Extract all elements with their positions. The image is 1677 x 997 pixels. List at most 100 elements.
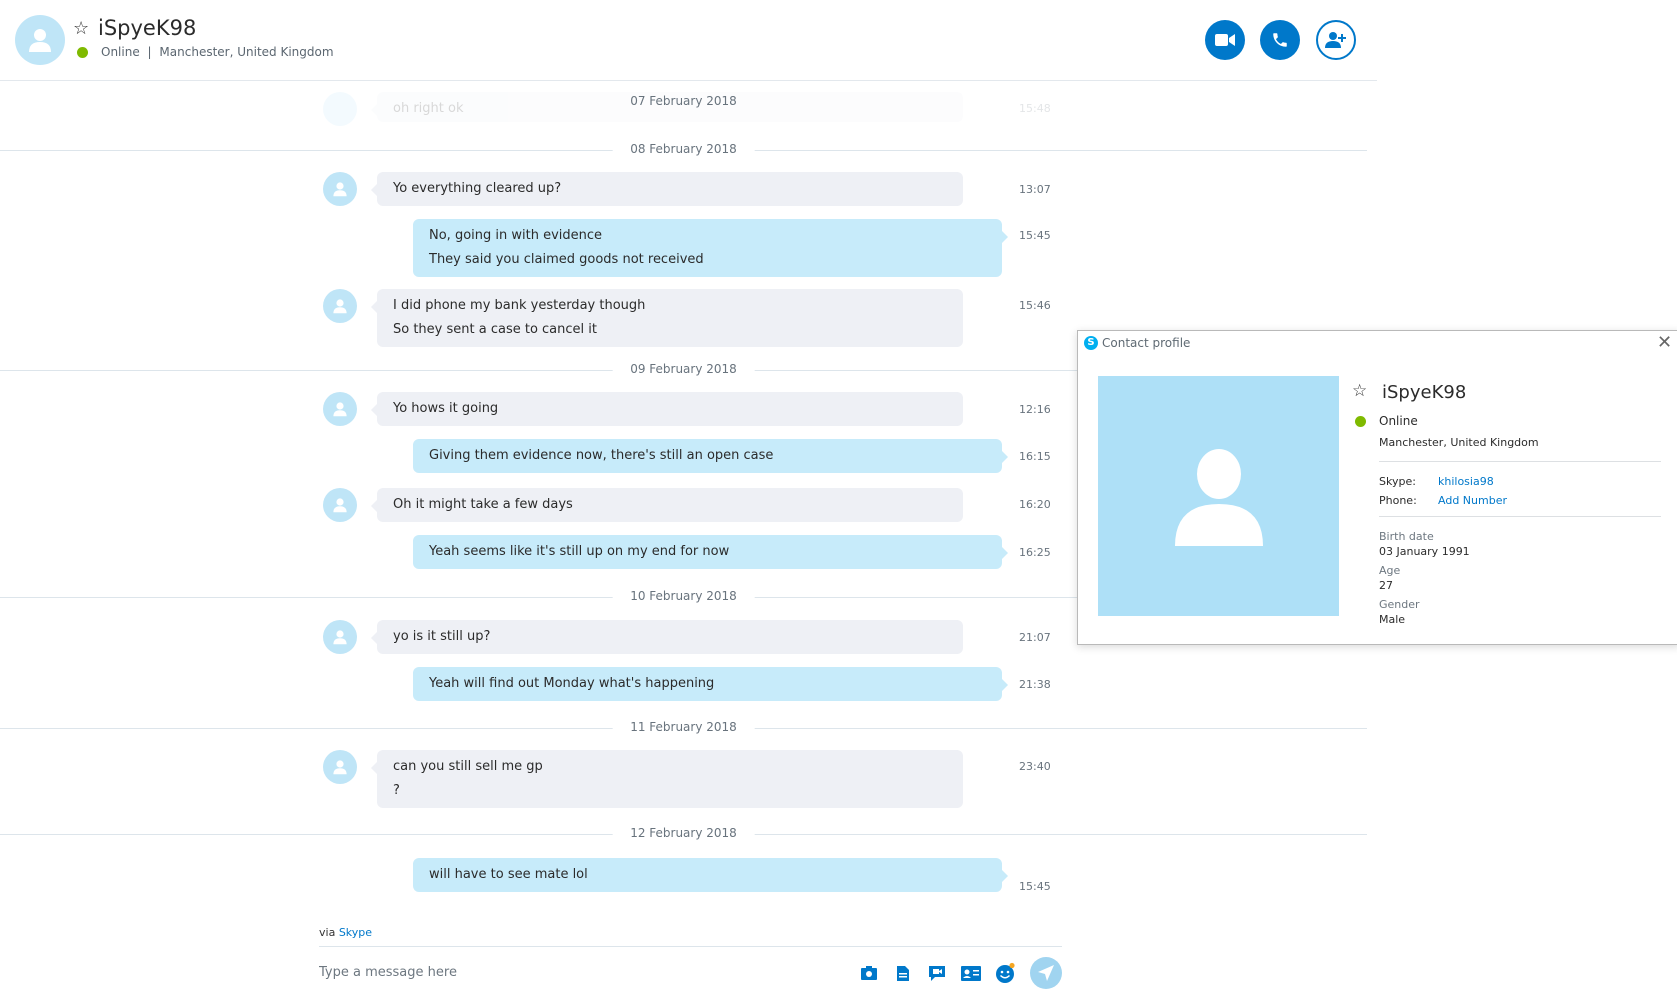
composer-divider	[319, 946, 1062, 947]
message-text: Yo hows it going	[393, 401, 499, 416]
status-line: Online | Manchester, United Kingdom	[101, 45, 334, 59]
send-button[interactable]	[1030, 957, 1062, 989]
message-bubble-incoming[interactable]: Yo hows it going	[371, 392, 963, 426]
send-arrow-icon	[1038, 965, 1054, 981]
date-label: 07 February 2018	[630, 94, 737, 108]
via-prefix: via	[319, 926, 336, 939]
skype-id-link[interactable]: khilosia98	[1438, 475, 1494, 488]
message-input[interactable]	[319, 960, 839, 984]
sender-avatar[interactable]	[323, 620, 357, 654]
add-people-button[interactable]	[1316, 20, 1356, 60]
date-label: 08 February 2018	[612, 142, 755, 156]
message-time: 15:45	[1019, 880, 1051, 892]
message-time: 21:07	[1019, 631, 1051, 644]
location-label: Manchester, United Kingdom	[159, 45, 334, 59]
status-label: Online	[101, 45, 140, 59]
online-status-icon	[1355, 416, 1366, 427]
profile-window-title: Contact profile	[1102, 336, 1191, 350]
date-label: 12 February 2018	[612, 826, 755, 840]
send-media-icon[interactable]	[858, 962, 880, 984]
video-message-icon[interactable]	[926, 962, 948, 984]
send-file-icon[interactable]	[892, 962, 914, 984]
birth-date-label: Birth date	[1379, 530, 1434, 543]
gender-label: Gender	[1379, 598, 1420, 611]
online-status-icon	[77, 47, 88, 58]
message-time: 21:38	[1019, 678, 1051, 691]
message-time: 12:16	[1019, 403, 1051, 416]
message-text: I did phone my bank yesterday though	[393, 298, 646, 313]
contact-profile-window[interactable]: S Contact profile ✕ ☆ iSpyeK98 Online Ma…	[1077, 330, 1677, 645]
message-bubble-incoming[interactable]: yo is it still up?	[371, 620, 963, 654]
sender-avatar[interactable]	[323, 289, 357, 323]
profile-divider	[1379, 516, 1661, 517]
date-separator: 12 February 2018	[0, 824, 1367, 844]
sender-avatar[interactable]	[323, 172, 357, 206]
birth-date-value: 03 January 1991	[1379, 545, 1470, 558]
message-text: No, going in with evidence	[429, 228, 603, 243]
status-separator: |	[147, 45, 152, 59]
default-person-icon	[1174, 449, 1263, 546]
message-text: can you still sell me gp	[393, 759, 543, 774]
message-text: They said you claimed goods not received	[429, 252, 704, 267]
message-text: Oh it might take a few days	[393, 497, 573, 512]
message-bubble-outgoing[interactable]: will have to see mate lol	[413, 858, 1008, 892]
close-icon[interactable]: ✕	[1657, 333, 1672, 353]
contact-avatar[interactable]	[15, 15, 65, 65]
skype-label: Skype:	[1379, 475, 1416, 488]
date-label: 11 February 2018	[612, 720, 755, 734]
message-text: Giving them evidence now, there's still …	[429, 448, 774, 463]
date-label: 10 February 2018	[612, 589, 755, 603]
message-bubble-outgoing[interactable]: No, going in with evidence They said you…	[413, 219, 1008, 277]
message-time: 15:45	[1019, 229, 1051, 242]
message-text: yo is it still up?	[393, 629, 491, 644]
profile-picture	[1098, 376, 1339, 616]
message-text: So they sent a case to cancel it	[393, 322, 597, 337]
message-text: ?	[393, 783, 400, 798]
via-skype-link[interactable]: Skype	[339, 926, 372, 939]
video-camera-icon	[1215, 34, 1235, 46]
message-time: 15:46	[1019, 299, 1051, 312]
message-text: will have to see mate lol	[429, 867, 588, 882]
age-label: Age	[1379, 564, 1401, 577]
skype-logo-icon: S	[1084, 336, 1098, 350]
audio-call-button[interactable]	[1260, 20, 1300, 60]
message-bubble-incoming[interactable]: can you still sell me gp ?	[371, 750, 963, 808]
message-time: 16:20	[1019, 498, 1051, 511]
message-text: Yeah seems like it's still up on my end …	[429, 544, 730, 559]
profile-divider	[1379, 461, 1661, 462]
message-bubble-outgoing[interactable]: Yeah will find out Monday what's happeni…	[413, 667, 1008, 701]
date-separator: 08 February 2018	[0, 140, 1367, 160]
profile-location: Manchester, United Kingdom	[1379, 436, 1539, 449]
message-text: Yo everything cleared up?	[393, 181, 562, 196]
profile-name: iSpyeK98	[1382, 382, 1467, 403]
message-bubble-incoming[interactable]: Oh it might take a few days	[371, 488, 963, 522]
age-value: 27	[1379, 579, 1393, 592]
message-text: Yeah will find out Monday what's happeni…	[429, 676, 715, 691]
add-number-link[interactable]: Add Number	[1438, 494, 1507, 507]
emoticon-icon[interactable]	[994, 962, 1016, 984]
profile-status: Online	[1379, 414, 1418, 428]
message-time: 16:25	[1019, 546, 1051, 559]
favorite-star-icon[interactable]: ☆	[1352, 381, 1367, 401]
favorite-star-icon[interactable]: ☆	[73, 19, 89, 39]
message-bubble-incoming[interactable]: I did phone my bank yesterday though So …	[371, 289, 963, 347]
send-contacts-icon[interactable]	[960, 962, 982, 984]
date-label: 09 February 2018	[612, 362, 755, 376]
message-bubble-outgoing[interactable]: Giving them evidence now, there's still …	[413, 439, 1008, 473]
contact-name[interactable]: iSpyeK98	[98, 16, 196, 40]
sender-avatar[interactable]	[323, 750, 357, 784]
phone-label: Phone:	[1379, 494, 1417, 507]
message-bubble-incoming[interactable]: Yo everything cleared up?	[371, 172, 963, 206]
via-skype-label: via Skype	[319, 926, 372, 939]
message-time: 16:15	[1019, 450, 1051, 463]
gender-value: Male	[1379, 613, 1406, 626]
message-time: 23:40	[1019, 760, 1051, 773]
conversation-header: ☆ iSpyeK98 Online | Manchester, United K…	[0, 0, 1377, 81]
sender-avatar[interactable]	[323, 488, 357, 522]
add-person-icon	[1325, 32, 1346, 48]
date-separator: 11 February 2018	[0, 718, 1367, 738]
video-call-button[interactable]	[1205, 20, 1245, 60]
message-time: 13:07	[1019, 183, 1051, 196]
sender-avatar[interactable]	[323, 392, 357, 426]
message-bubble-outgoing[interactable]: Yeah seems like it's still up on my end …	[413, 535, 1008, 569]
